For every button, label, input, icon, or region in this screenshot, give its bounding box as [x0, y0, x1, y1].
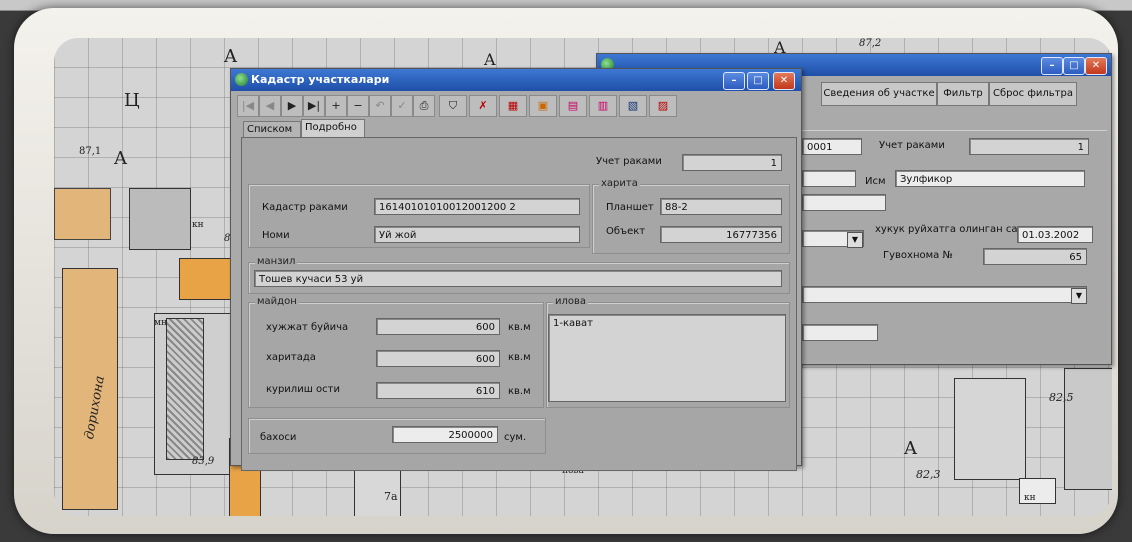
karta-group: харита	[592, 178, 790, 254]
maydon-row-value[interactable]: 610	[376, 382, 500, 399]
guvohnoma-label: Гувохнома №	[883, 250, 953, 261]
karta-group-label: харита	[599, 178, 640, 189]
parcel-info-button[interactable]: Сведения об участке	[821, 82, 937, 106]
maydon-row-value[interactable]: 600	[376, 350, 500, 367]
nomi-field[interactable]: Уй жой	[374, 226, 580, 243]
map-label: кн	[192, 220, 204, 230]
map-hatched-block	[166, 318, 204, 460]
owner-field-code[interactable]: 0001	[802, 138, 862, 155]
cadastral-parcels-window[interactable]: Кадастр участкалари – □ ✕ |◀ ◀ ▶ ▶| + − …	[230, 68, 802, 471]
map-label: Ц	[124, 90, 140, 111]
reset-filter-button[interactable]: Сброс фильтра	[989, 82, 1077, 106]
map-select-icon[interactable]: ▦	[499, 95, 527, 117]
close-button[interactable]: ✕	[773, 72, 795, 90]
map-label: 87,2	[859, 38, 882, 49]
ism-label: Исм	[865, 176, 886, 187]
kadastr-field[interactable]: 16140101010012001200 2	[374, 198, 580, 215]
maydon-row-label: хужжат буйича	[266, 322, 349, 333]
map-building	[54, 188, 111, 240]
owner-field-surname[interactable]	[802, 170, 856, 187]
planshet-label: Планшет	[606, 202, 654, 213]
nomi-label: Номи	[262, 230, 290, 241]
uchet-field[interactable]: 1	[969, 138, 1089, 155]
parcels-window-titlebar[interactable]: Кадастр участкалари – □ ✕	[231, 69, 801, 91]
map-label: 87,1	[79, 146, 102, 157]
maydon-row-label: харитада	[266, 352, 316, 363]
uchet-label: Учет раками	[596, 156, 662, 167]
owner-field-bottom[interactable]	[802, 324, 878, 341]
date-field[interactable]: 01.03.2002	[1017, 226, 1093, 243]
ilova-textarea[interactable]: 1-кават	[548, 314, 786, 402]
details-panel: Учет раками 1 Кадастр раками 16140101010…	[241, 137, 797, 471]
map-label: 82,5	[1049, 391, 1074, 404]
map-label: 82,3	[916, 468, 941, 481]
chevron-down-icon[interactable]: ▼	[1071, 288, 1087, 304]
close-button[interactable]: ✕	[1085, 57, 1107, 75]
map-locate-icon[interactable]: ▣	[529, 95, 557, 117]
maximize-button[interactable]: □	[1063, 57, 1085, 75]
maydon-row-unit: кв.м	[508, 352, 531, 363]
map-label: кн	[1024, 493, 1036, 503]
planshet-field[interactable]: 88-2	[660, 198, 782, 215]
bahosi-label: бахоси	[260, 432, 297, 443]
window-title: Кадастр участкалари	[251, 73, 390, 86]
manzil-group-label: манзил	[255, 256, 298, 267]
maydon-row-value[interactable]: 600	[376, 318, 500, 335]
map-label: 7а	[384, 490, 398, 503]
obekt-label: Объект	[606, 226, 646, 237]
filter-button[interactable]: Фильтр	[937, 82, 989, 106]
guvohnoma-field[interactable]: 65	[983, 248, 1087, 265]
map-label: мн	[154, 318, 167, 328]
maydon-row-unit: кв.м	[508, 386, 531, 397]
map-label: A	[114, 148, 127, 169]
map-building	[954, 378, 1026, 480]
globe-icon	[235, 73, 248, 86]
map-highlight-icon[interactable]: ▤	[559, 95, 587, 117]
map-clear-icon[interactable]: ▨	[649, 95, 677, 117]
last-record-icon[interactable]: ▶|	[303, 95, 325, 117]
map-label: A	[224, 46, 237, 67]
first-record-icon[interactable]: |◀	[237, 95, 259, 117]
confirm-icon[interactable]: ✓	[391, 95, 413, 117]
manzil-field[interactable]: Тошев кучаси 53 уй	[254, 270, 782, 287]
maydon-row-unit: кв.м	[508, 322, 531, 333]
bahosi-field[interactable]: 2500000	[392, 426, 498, 443]
map-label: A	[484, 50, 496, 69]
uchet-label: Учет раками	[879, 140, 945, 151]
ism-field[interactable]: Зулфикор	[895, 170, 1085, 187]
maximize-button[interactable]: □	[747, 72, 769, 90]
tab-details[interactable]: Подробно	[301, 119, 365, 139]
undo-icon[interactable]: ↶	[369, 95, 391, 117]
date-label: хукук руйхатга олинган сана	[875, 224, 1031, 235]
owner-field-extra[interactable]	[802, 194, 886, 211]
map-zoom-icon[interactable]: ▥	[589, 95, 617, 117]
prev-record-icon[interactable]: ◀	[259, 95, 281, 117]
filter-icon[interactable]: ⛉	[439, 95, 467, 117]
map-building	[129, 188, 191, 250]
clear-filter-icon[interactable]: ✗	[469, 95, 497, 117]
map-building	[1064, 368, 1112, 490]
map-compare-icon[interactable]: ▧	[619, 95, 647, 117]
map-label: 83,9	[192, 456, 215, 467]
add-record-icon[interactable]: +	[325, 95, 347, 117]
maydon-row-label: курилиш ости	[266, 384, 340, 395]
print-icon[interactable]: ⎙	[413, 95, 435, 117]
ilova-group-label: илова	[553, 296, 589, 307]
kadastr-label: Кадастр раками	[262, 202, 348, 213]
owner-wide-select[interactable]	[802, 286, 1087, 303]
minimize-button[interactable]: –	[1041, 57, 1063, 75]
delete-record-icon[interactable]: −	[347, 95, 369, 117]
uchet-field[interactable]: 1	[682, 154, 782, 171]
map-label: A	[904, 438, 917, 459]
chevron-down-icon[interactable]: ▼	[847, 232, 863, 248]
obekt-field[interactable]: 16777356	[660, 226, 782, 243]
next-record-icon[interactable]: ▶	[281, 95, 303, 117]
bahosi-unit: сум.	[504, 432, 527, 443]
maydon-group-label: майдон	[255, 296, 299, 307]
minimize-button[interactable]: –	[723, 72, 745, 90]
